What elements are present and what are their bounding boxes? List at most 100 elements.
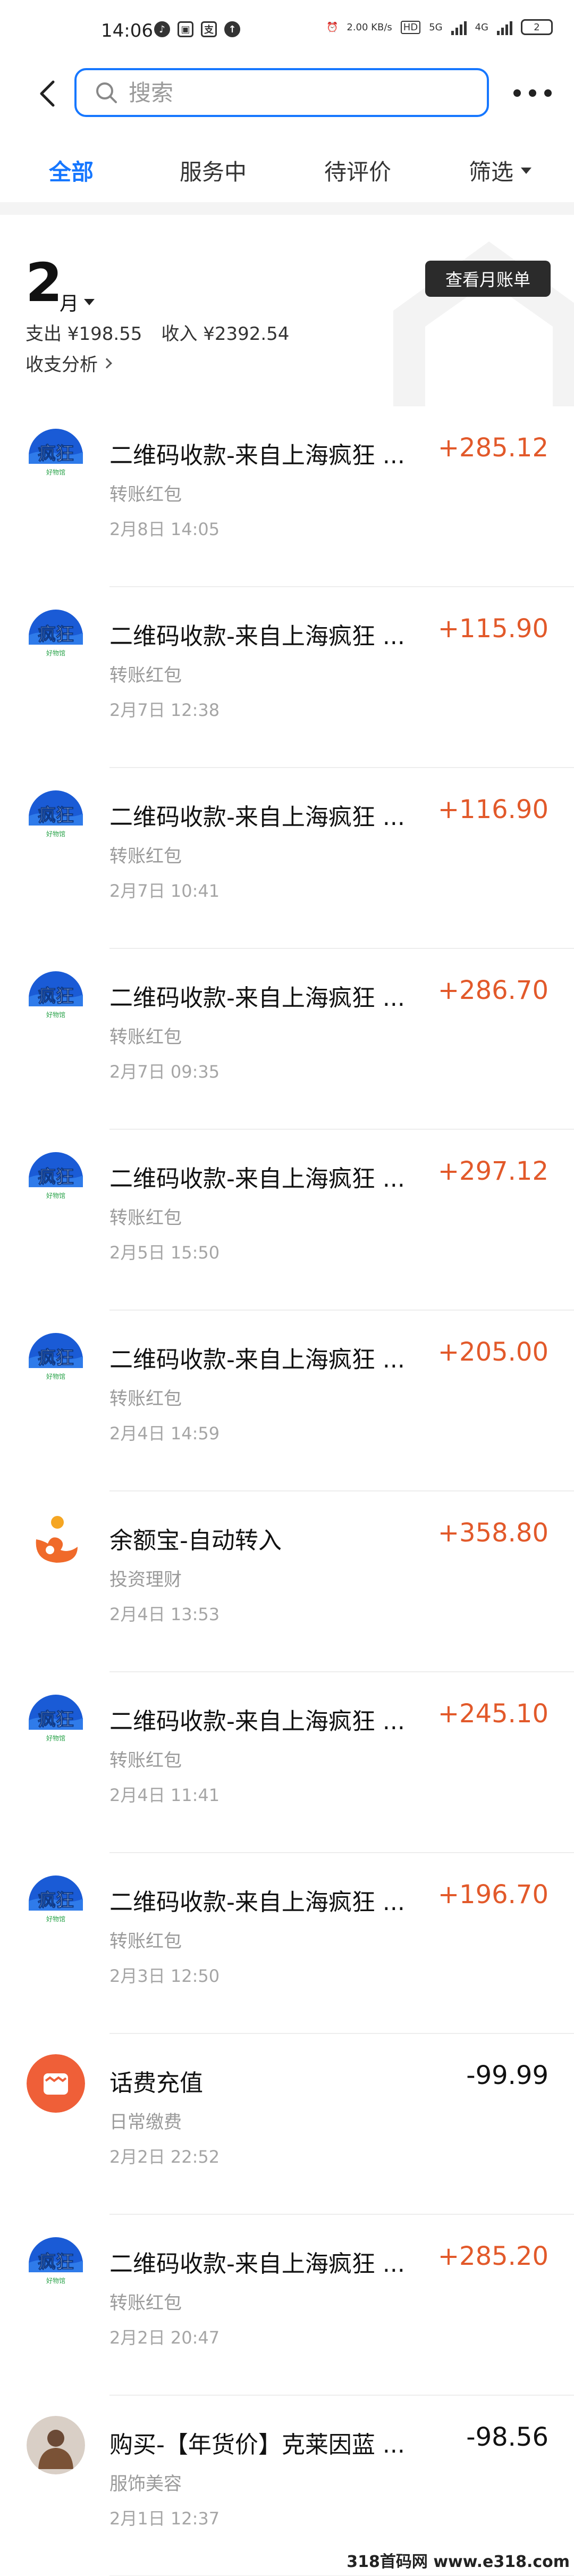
status-bar: 14:06 ♪ ▣ 支 ↑ ⏰ 2.00 KB/s HD 5G 4G 2 <box>0 0 574 64</box>
back-arrow-icon[interactable] <box>32 78 64 110</box>
transaction-item[interactable]: 疯狂 好物馆 二维码收款-来自上海疯狂 ... 转账红包 2月2日 20:47 +285.… <box>0 2215 574 2396</box>
tab-all[interactable]: 全部 <box>49 154 94 187</box>
transaction-category: 服饰美容 <box>109 2473 182 2495</box>
tab-filter[interactable]: 筛选 <box>469 154 532 187</box>
dropdown-caret-icon <box>521 167 532 174</box>
svg-text:好物馆: 好物馆 <box>46 1191 65 1199</box>
status-notification-icons: ♪ ▣ 支 ↑ <box>154 21 240 37</box>
svg-text:疯狂: 疯狂 <box>38 805 74 826</box>
transaction-amount: +285.20 <box>437 2241 548 2271</box>
transaction-category: 转账红包 <box>109 846 182 867</box>
svg-text:好物馆: 好物馆 <box>46 1372 65 1380</box>
signal-icon-2 <box>497 19 512 35</box>
transaction-title: 二维码收款-来自上海疯狂 ... <box>109 1889 405 1916</box>
transaction-amount: +285.12 <box>437 433 548 463</box>
transaction-category: 转账红包 <box>109 1931 182 1952</box>
upload-icon: ↑ <box>224 21 240 37</box>
transaction-category: 转账红包 <box>109 1207 182 1229</box>
svg-text:疯狂: 疯狂 <box>38 1890 74 1911</box>
transaction-title: 话费充值 <box>109 2070 203 2097</box>
transaction-amount: +297.12 <box>437 1156 548 1186</box>
transaction-item[interactable]: 疯狂 好物馆 二维码收款-来自上海疯狂 ... 转账红包 2月3日 12:50 +196.… <box>0 1853 574 2034</box>
signal-icon <box>451 19 467 35</box>
transaction-category: 转账红包 <box>109 665 182 686</box>
site-watermark: 318首码网 www.e318.com <box>347 2553 570 2571</box>
transaction-time: 2月1日 12:37 <box>109 2508 220 2529</box>
status-time: 14:06 <box>101 20 153 41</box>
svg-text:疯狂: 疯狂 <box>38 1347 74 1369</box>
monthly-bill-button[interactable]: 查看月账单 <box>425 261 551 297</box>
transaction-title: 二维码收款-来自上海疯狂 ... <box>109 985 405 1012</box>
svg-text:好物馆: 好物馆 <box>46 2277 65 2285</box>
transaction-item[interactable]: 疯狂 好物馆 二维码收款-来自上海疯狂 ... 转账红包 2月4日 14:59 +205.… <box>0 1311 574 1491</box>
transaction-item[interactable]: 话费充值 日常缴费 2月2日 22:52 -99.99 <box>0 2034 574 2215</box>
month-stats: 支出 ¥198.55 收入 ¥2392.54 <box>26 319 289 345</box>
net-speed: 2.00 KB/s <box>347 21 392 33</box>
transaction-item[interactable]: 疯狂 好物馆 二维码收款-来自上海疯狂 ... 转账红包 2月5日 15:50 +297.… <box>0 1130 574 1311</box>
month-summary: 2 月 支出 ¥198.55 收入 ¥2392.54 收支分析 查看月账单 <box>0 215 574 406</box>
house-watermark-icon <box>393 241 574 406</box>
transaction-category: 转账红包 <box>109 1750 182 1771</box>
svg-text:好物馆: 好物馆 <box>46 830 65 838</box>
transaction-item[interactable]: 疯狂 好物馆 二维码收款-来自上海疯狂 ... 转账红包 2月7日 09:35 +286.… <box>0 949 574 1130</box>
transaction-time: 2月5日 15:50 <box>109 1243 220 1263</box>
transaction-title: 二维码收款-来自上海疯狂 ... <box>109 442 405 469</box>
section-divider <box>0 202 574 215</box>
transaction-title: 二维码收款-来自上海疯狂 ... <box>109 623 405 650</box>
transaction-time: 2月7日 12:38 <box>109 700 220 720</box>
yuebao-icon <box>27 1512 85 1570</box>
analysis-link[interactable]: 收支分析 <box>26 350 112 376</box>
transaction-amount: +358.80 <box>437 1518 548 1548</box>
transaction-amount: +196.70 <box>437 1880 548 1910</box>
search-icon <box>96 82 117 103</box>
transaction-item[interactable]: 疯狂 好物馆 二维码收款-来自上海疯狂 ... 转账红包 2月8日 14:05 +285.… <box>0 406 574 587</box>
transaction-category: 日常缴费 <box>109 2112 182 2133</box>
transaction-amount: -99.99 <box>466 2061 548 2090</box>
transaction-time: 2月2日 20:47 <box>109 2328 220 2348</box>
transaction-category: 转账红包 <box>109 484 182 505</box>
transaction-item[interactable]: 疯狂 好物馆 二维码收款-来自上海疯狂 ... 转账红包 2月4日 11:41 +245.… <box>0 1672 574 1853</box>
svg-text:好物馆: 好物馆 <box>46 1915 65 1923</box>
crazy-store-logo-icon: 疯狂 好物馆 <box>27 607 85 666</box>
transaction-amount: +205.00 <box>437 1337 548 1367</box>
month-unit[interactable]: 月 <box>60 288 79 316</box>
crazy-store-logo-icon: 疯狂 好物馆 <box>27 969 85 1028</box>
transaction-time: 2月7日 10:41 <box>109 881 220 901</box>
svg-text:疯狂: 疯狂 <box>38 1709 74 1730</box>
transaction-item[interactable]: 余额宝-自动转入 投资理财 2月4日 13:53 +358.80 <box>0 1491 574 1672</box>
phone-bill-icon <box>27 2054 85 2113</box>
crazy-store-logo-icon: 疯狂 好物馆 <box>27 1331 85 1389</box>
month-dropdown-icon[interactable] <box>84 299 95 305</box>
month-number[interactable]: 2 <box>26 256 63 310</box>
filter-tabs: 全部 服务中 待评价 筛选 <box>0 144 574 197</box>
expense-total: 支出 ¥198.55 <box>26 323 142 345</box>
search-box[interactable] <box>74 68 489 117</box>
transaction-amount: -98.56 <box>466 2422 548 2452</box>
search-input[interactable] <box>129 79 448 106</box>
svg-text:好物馆: 好物馆 <box>46 468 65 476</box>
transaction-amount: +286.70 <box>437 976 548 1005</box>
crazy-store-logo-icon: 疯狂 好物馆 <box>27 1150 85 1208</box>
transaction-item[interactable]: 疯狂 好物馆 二维码收款-来自上海疯狂 ... 转账红包 2月7日 10:41 +116.… <box>0 768 574 949</box>
svg-text:好物馆: 好物馆 <box>46 649 65 657</box>
tab-in-service[interactable]: 服务中 <box>180 154 247 187</box>
analysis-label: 收支分析 <box>26 354 98 376</box>
transaction-category: 转账红包 <box>109 1388 182 1410</box>
transaction-time: 2月4日 11:41 <box>109 1785 220 1805</box>
more-options-icon[interactable] <box>513 85 552 101</box>
tab-to-review[interactable]: 待评价 <box>324 154 391 187</box>
crazy-store-logo-icon: 疯狂 好物馆 <box>27 1693 85 1751</box>
transaction-time: 2月8日 14:05 <box>109 519 220 539</box>
transaction-amount: +116.90 <box>437 795 548 824</box>
transaction-item[interactable]: 疯狂 好物馆 二维码收款-来自上海疯狂 ... 转账红包 2月7日 12:38 +115.… <box>0 587 574 768</box>
crazy-store-logo-icon: 疯狂 好物馆 <box>27 788 85 847</box>
app-notification-icon: 支 <box>201 21 217 37</box>
svg-text:疯狂: 疯狂 <box>38 443 74 464</box>
crazy-store-logo-icon: 疯狂 好物馆 <box>27 427 85 485</box>
tiktok-icon: ♪ <box>154 21 170 37</box>
transaction-time: 2月7日 09:35 <box>109 1062 220 1082</box>
user-avatar <box>27 2416 85 2474</box>
crazy-store-logo-icon: 疯狂 好物馆 <box>27 1873 85 1932</box>
transaction-category: 转账红包 <box>109 2292 182 2314</box>
transaction-title: 二维码收款-来自上海疯狂 ... <box>109 804 405 831</box>
